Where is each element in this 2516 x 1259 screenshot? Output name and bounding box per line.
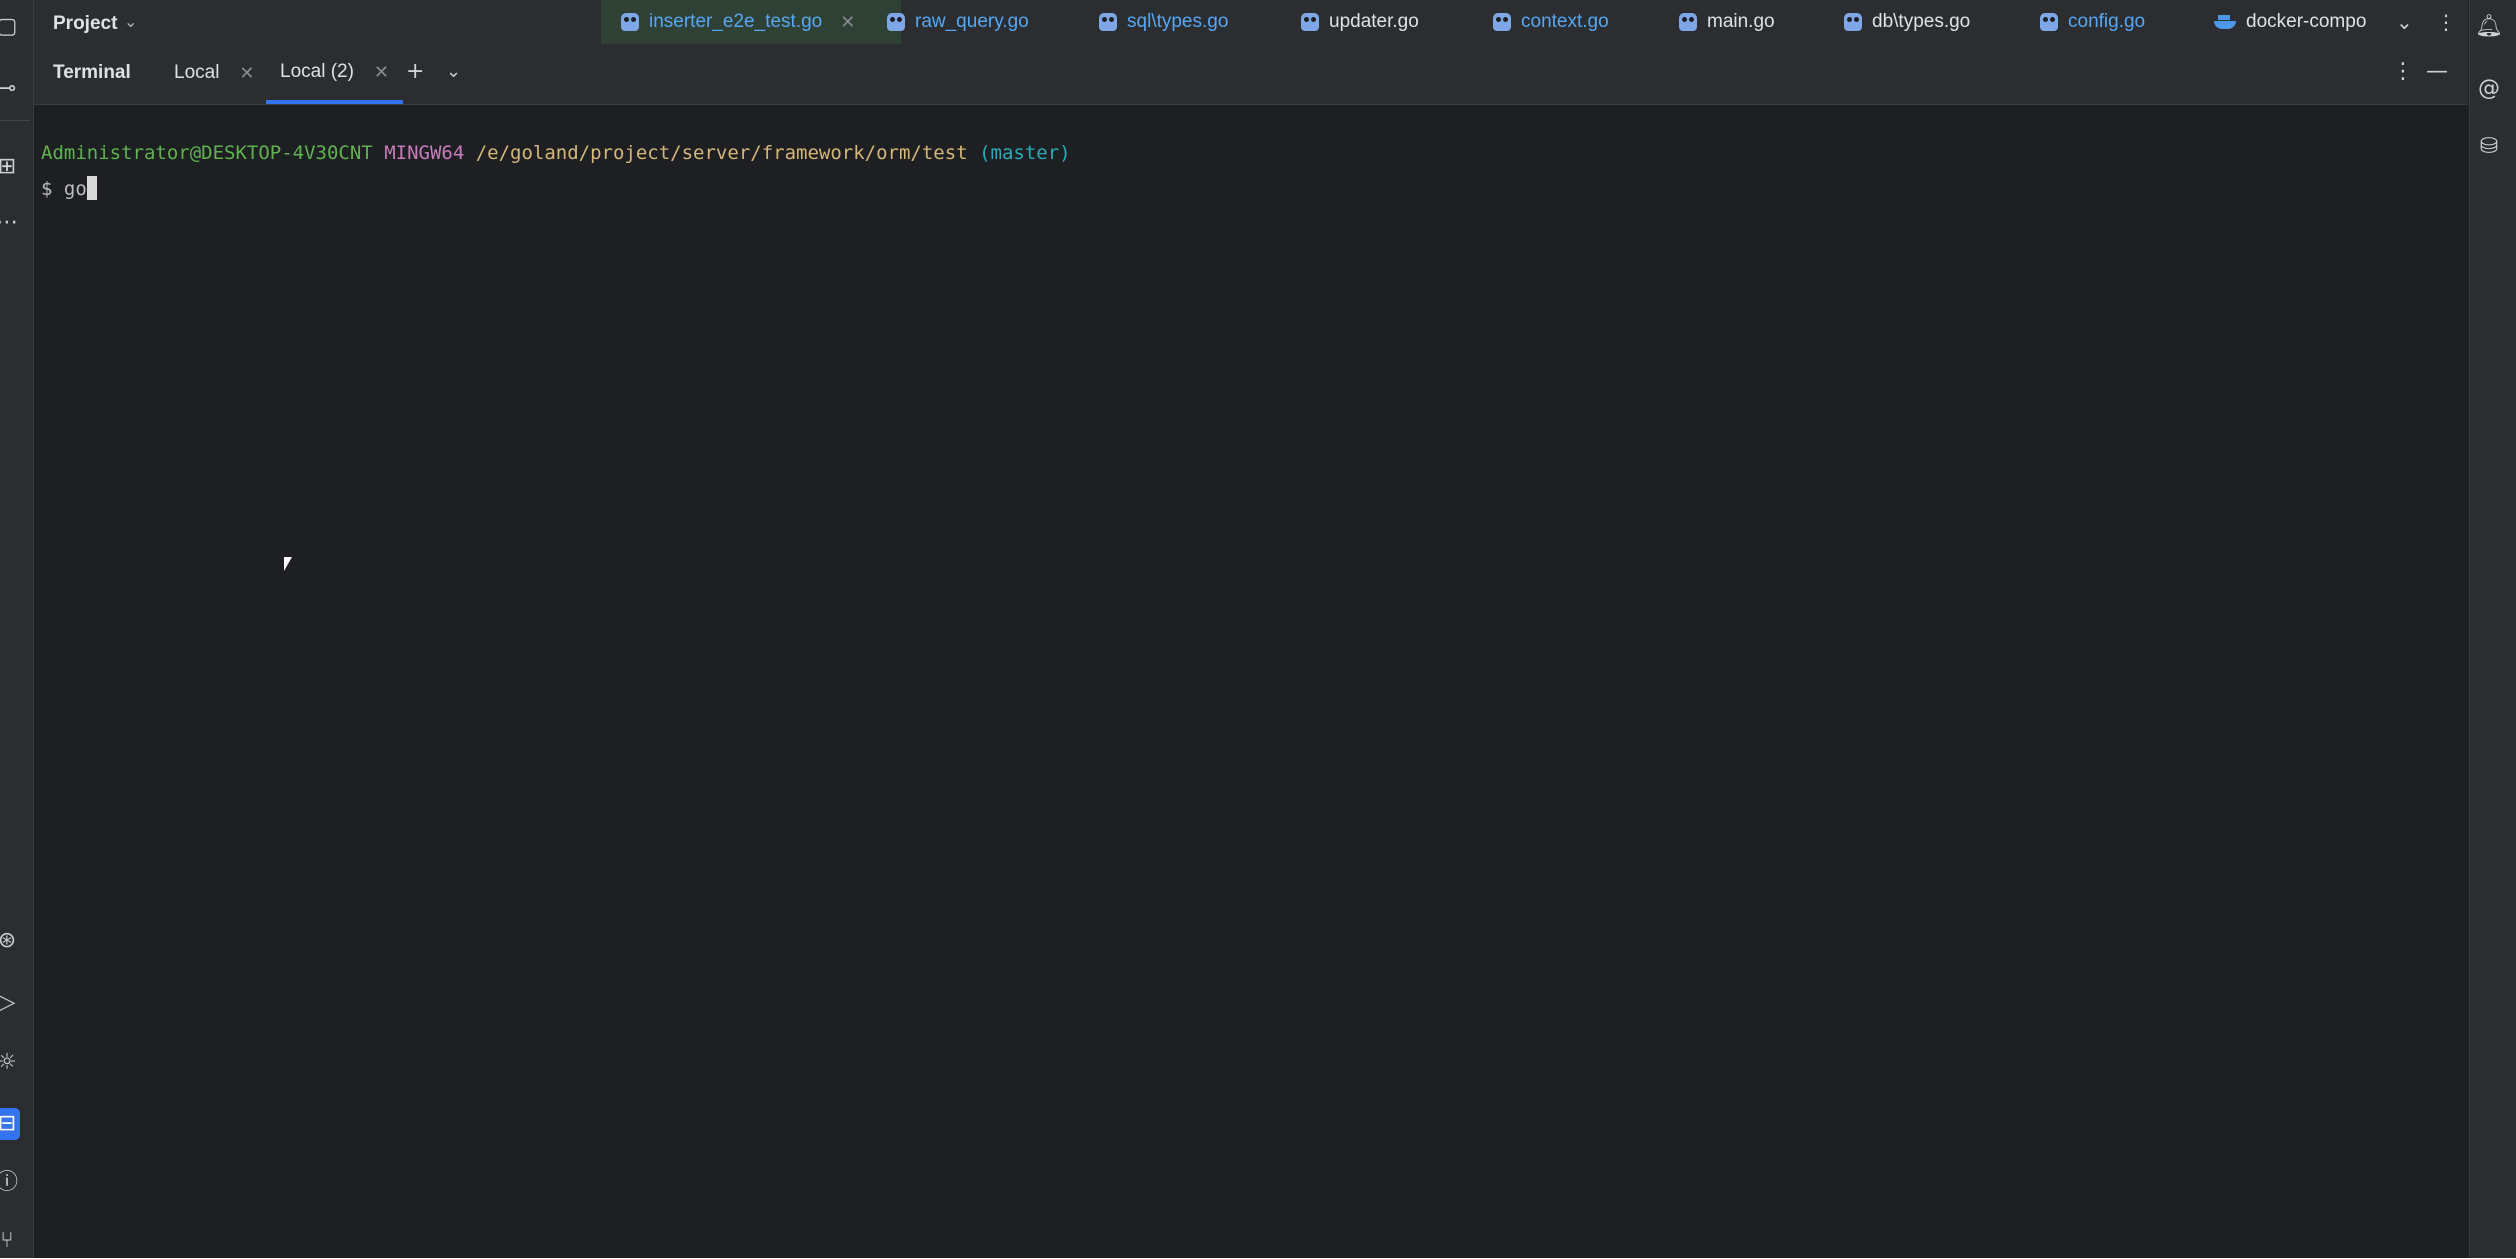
editor-tab-sql-types[interactable]: sql\types.go [1099,0,1228,44]
terminal-tab-local-2[interactable]: Local (2) ✕ [266,44,404,104]
command-input[interactable]: go [64,178,87,200]
editor-tab-docker-compose[interactable]: docker-compo [2214,0,2404,44]
run-icon[interactable]: ▷ [0,990,22,1016]
chevron-down-icon[interactable]: ⌄ [446,61,461,82]
docker-icon [2214,15,2236,29]
go-file-icon [621,13,639,31]
ai-assistant-icon[interactable]: @ [2474,76,2504,102]
close-icon[interactable]: ✕ [239,63,254,84]
debug-icon[interactable]: ☼ [0,1050,22,1076]
go-file-icon [1301,13,1319,31]
editor-tab-db-types[interactable]: db\types.go [1844,0,1970,44]
right-tool-strip: 🔔︎ @ ⛁ [2469,0,2516,1258]
terminal-tab-label: Local (2) [280,61,354,82]
editor-tab-main[interactable]: main.go [1679,0,1775,44]
more-options-icon[interactable]: ⋮ [2392,59,2414,84]
editor-tab-updater[interactable]: updater.go [1301,0,1419,44]
go-file-icon [1099,13,1117,31]
more-options-icon[interactable]: ⋮ [2436,10,2456,34]
terminal-header: Terminal Local ✕ Local (2) ✕ + ⌄ ⋮ — [34,44,2468,105]
editor-tab-raw-query[interactable]: raw_query.go [887,0,1029,44]
go-file-icon [887,13,905,31]
terminal-title: Terminal [53,62,131,83]
input-line[interactable]: $ go [41,176,97,200]
left-tool-strip: ▢ ⊸ ⊞ ⋯ ⊛ ▷ ☼ ⊟ ⓘ ⑂ [0,0,34,1258]
git-branch: (master) [979,142,1071,164]
database-icon[interactable]: ⛁ [2474,134,2504,160]
commit-icon[interactable]: ⊸ [0,76,22,102]
terminal-tab-local[interactable]: Local ✕ [174,44,255,102]
top-bar: Project ⌄ inserter_e2e_test.go ✕ raw_que… [34,0,2468,44]
mouse-pointer-icon [284,557,292,571]
tab-list-chevron-icon[interactable]: ⌄ [2396,10,2413,34]
editor-tab-config[interactable]: config.go [2040,0,2145,44]
go-file-icon [2040,13,2058,31]
git-icon[interactable]: ⑂ [0,1228,22,1254]
editor-tab-label: raw_query.go [915,11,1029,32]
terminal-tab-label: Local [174,62,220,83]
strip-divider [0,120,30,121]
notifications-bell-icon[interactable]: 🔔︎ [2474,14,2504,40]
editor-tab-label: docker-compo [2246,11,2367,32]
editor-tab-label: updater.go [1329,11,1419,32]
problems-icon[interactable]: ⓘ [0,1170,22,1196]
more-tools-icon[interactable]: ⋯ [0,210,22,236]
editor-tab-label: inserter_e2e_test.go [649,11,823,32]
project-dropdown[interactable]: Project [53,13,117,35]
editor-tab-inserter-e2e-test[interactable]: inserter_e2e_test.go ✕ [601,0,901,44]
editor-tab-label: sql\types.go [1127,11,1229,32]
editor-tab-label: db\types.go [1872,11,1971,32]
project-folder-icon[interactable]: ▢ [0,14,22,40]
editor-tab-label: main.go [1707,11,1775,32]
editor-tab-label: config.go [2068,11,2146,32]
prompt-symbol: $ [41,178,64,200]
terminal-icon[interactable]: ⊟ [0,1108,20,1140]
editor-tab-context[interactable]: context.go [1493,0,1609,44]
close-icon[interactable]: ✕ [840,12,855,33]
terminal-output[interactable]: Administrator@DESKTOP-4V30CNT MINGW64 /e… [34,105,2468,1258]
prompt-line: Administrator@DESKTOP-4V30CNT MINGW64 /e… [41,142,1071,164]
text-cursor [86,176,97,200]
go-file-icon [1679,13,1697,31]
close-icon[interactable]: ✕ [374,62,389,83]
go-file-icon [1493,13,1511,31]
new-tab-plus-icon[interactable]: + [406,59,424,84]
go-file-icon [1844,13,1862,31]
chevron-down-icon[interactable]: ⌄ [124,12,137,31]
editor-tab-label: context.go [1521,11,1609,32]
ide-window: ▢ ⊸ ⊞ ⋯ ⊛ ▷ ☼ ⊟ ⓘ ⑂ Project ⌄ inserter_e… [0,0,2516,1258]
structure-icon[interactable]: ⊞ [0,154,22,180]
working-directory: /e/goland/project/server/framework/orm/t… [475,142,968,164]
user-host: Administrator@DESKTOP-4V30CNT [41,142,373,164]
system-name: MINGW64 [384,142,465,164]
minimize-icon[interactable]: — [2426,59,2448,84]
services-icon[interactable]: ⊛ [0,928,22,954]
